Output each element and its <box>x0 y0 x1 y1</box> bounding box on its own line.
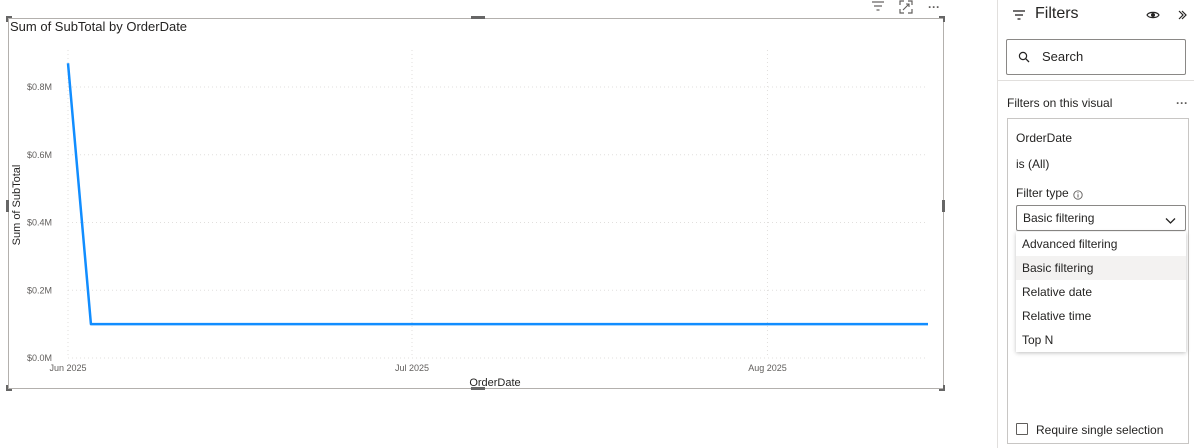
x-tick-label: Jul 2025 <box>395 363 429 373</box>
require-single-selection-checkbox[interactable] <box>1016 423 1028 435</box>
y-tick-label: $0.0M <box>27 353 52 363</box>
eye-icon[interactable] <box>1146 8 1160 26</box>
filter-type-label: Filter type <box>1016 186 1069 200</box>
search-placeholder: Search <box>1042 49 1084 64</box>
menu-item-basic-filtering[interactable]: Basic filtering <box>1016 256 1186 280</box>
menu-item-advanced-filtering[interactable]: Advanced filtering <box>1016 232 1186 256</box>
filters-icon <box>1012 8 1026 27</box>
y-axis-title: Sum of SubTotal <box>11 165 23 246</box>
filters-title: Filters <box>1035 5 1079 22</box>
menu-item-relative-time[interactable]: Relative time <box>1016 304 1186 328</box>
require-single-selection-label: Require single selection <box>1036 423 1164 437</box>
filter-status: is (All) <box>1016 157 1050 171</box>
filters-on-visual-label: Filters on this visual <box>1007 96 1113 110</box>
x-tick-label: Aug 2025 <box>748 363 787 373</box>
menu-item-top-n[interactable]: Top N <box>1016 328 1186 352</box>
line-chart: $0.0M $0.2M $0.4M $0.6M $0.8M Jun 2025 Jul 202… <box>11 50 928 389</box>
y-tick-label: $0.6M <box>27 150 52 160</box>
x-axis-title: OrderDate <box>469 377 520 389</box>
y-tick-label: $0.4M <box>27 218 52 228</box>
filter-type-selected: Basic filtering <box>1023 211 1095 225</box>
chevron-down-icon <box>1165 212 1176 230</box>
filters-header-divider <box>997 80 1194 81</box>
x-tick-label: Jun 2025 <box>49 363 86 373</box>
collapse-pane-icon[interactable] <box>1176 8 1188 26</box>
y-tick-label: $0.8M <box>27 82 52 92</box>
menu-item-relative-date[interactable]: Relative date <box>1016 280 1186 304</box>
search-icon <box>1018 50 1030 68</box>
info-icon[interactable] <box>1073 187 1083 205</box>
filter-type-menu: Advanced filtering Basic filtering Relat… <box>1016 232 1186 352</box>
series-line <box>66 63 928 326</box>
filter-field-name[interactable]: OrderDate <box>1016 131 1072 145</box>
y-tick-label: $0.2M <box>27 285 52 295</box>
search-input[interactable] <box>1006 39 1186 75</box>
section-more-options-icon[interactable]: ··· <box>1176 96 1188 110</box>
